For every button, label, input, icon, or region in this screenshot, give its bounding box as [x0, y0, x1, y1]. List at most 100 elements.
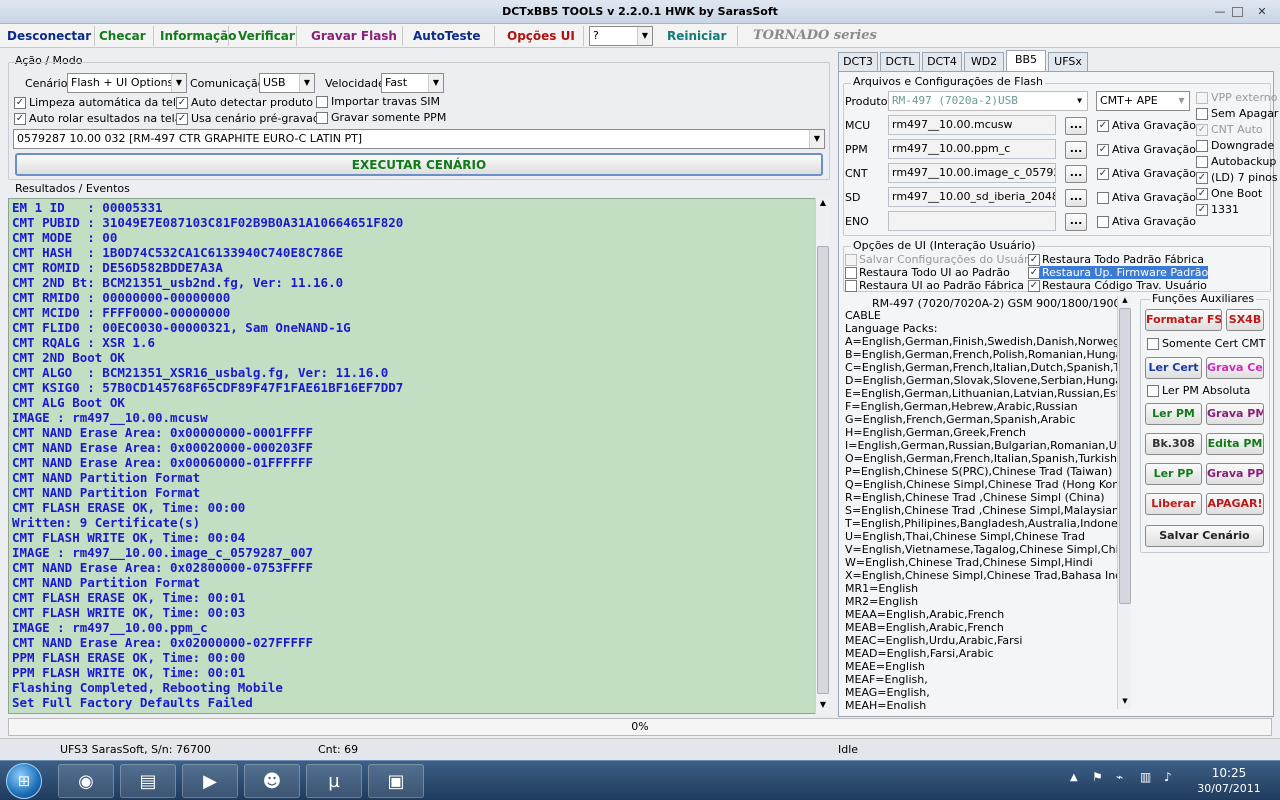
sx4b-button[interactable]: SX4B: [1226, 309, 1264, 331]
tab-dct3[interactable]: DCT3: [838, 52, 878, 72]
dctxbb5-app-icon[interactable]: ▣: [368, 764, 424, 798]
informacao-button[interactable]: Informação: [157, 26, 236, 46]
restaura-todo-ui-checkbox[interactable]: [845, 267, 857, 279]
apagar-button[interactable]: APAGAR!: [1206, 493, 1264, 515]
auto-rolar-checkbox[interactable]: ✓: [14, 113, 26, 125]
limpeza-checkbox[interactable]: ✓: [14, 97, 26, 109]
ppm-browse-button[interactable]: ...: [1065, 141, 1087, 159]
sd-ativa-checkbox[interactable]: [1097, 192, 1109, 204]
eno-browse-button[interactable]: ...: [1065, 213, 1087, 231]
network-users-icon[interactable]: ☻: [244, 764, 300, 798]
sd-browse-button[interactable]: ...: [1065, 189, 1087, 207]
autoteste-button[interactable]: AutoTeste: [410, 26, 495, 46]
one-boot-checkbox[interactable]: ✓: [1196, 188, 1208, 200]
minimize-icon[interactable]: —: [1212, 5, 1228, 19]
ler-pp-button[interactable]: Ler PP: [1145, 463, 1202, 485]
gravar-ppm-checkbox[interactable]: [316, 112, 328, 124]
reiniciar-button[interactable]: Reiniciar: [664, 26, 738, 46]
verificar-button[interactable]: Verificar: [235, 26, 297, 46]
opcoes-ui-button[interactable]: Opções UI: [504, 26, 584, 46]
mcu-file-field[interactable]: rm497__10.00.mcusw: [888, 115, 1056, 135]
folder-icon[interactable]: ▤: [120, 764, 176, 798]
grava-pm-button[interactable]: Grava PM: [1206, 403, 1264, 425]
tab-wd2[interactable]: WD2: [964, 52, 1004, 72]
results-scrollbar[interactable]: ▲ ▼: [815, 198, 829, 714]
ppm-file-field[interactable]: rm497__10.00.ppm_c: [888, 139, 1056, 159]
restaura-todo-fabrica-checkbox[interactable]: ✓: [1028, 254, 1040, 266]
restaura-codigo-trav-checkbox[interactable]: ✓: [1028, 280, 1040, 292]
help-dropdown[interactable]: ? ▼: [589, 26, 653, 46]
ler-cert-button[interactable]: Ler Cert: [1145, 357, 1202, 379]
clock-time[interactable]: 10:25: [1196, 766, 1262, 780]
sem-apagar-checkbox[interactable]: [1196, 108, 1208, 120]
mcu-browse-button[interactable]: ...: [1065, 117, 1087, 135]
vpp-externo-checkbox[interactable]: [1196, 92, 1208, 104]
bk308-button[interactable]: Bk.308: [1145, 433, 1202, 455]
tab-ufsx[interactable]: UFSx: [1048, 52, 1088, 72]
app-window: DCTxBB5 TOOLS v 2.2.0.1 HWK by SarasSoft…: [0, 0, 1280, 760]
firefox-icon[interactable]: ◉: [58, 764, 114, 798]
comunicacao-select[interactable]: USB ▼: [259, 73, 315, 93]
auto-detectar-checkbox[interactable]: ✓: [176, 97, 188, 109]
salvar-config-checkbox[interactable]: [845, 254, 857, 266]
log-line: CMT PUBID : 31049E7E087103C81F02B9B0A31A…: [12, 215, 404, 230]
sd-file-field[interactable]: rm497__10.00_sd_iberia_2048.fps: [888, 187, 1056, 207]
cnt-auto-checkbox[interactable]: ✓: [1196, 124, 1208, 136]
executar-cenario-button[interactable]: EXECUTAR CENÁRIO: [15, 153, 823, 176]
languages-scrollbar[interactable]: ▲ ▼: [1117, 296, 1131, 709]
flag-icon[interactable]: ⚑: [1092, 770, 1103, 784]
eno-file-field[interactable]: [888, 211, 1056, 231]
salvar-cenario-button[interactable]: Salvar Cenário: [1145, 525, 1264, 547]
tab-dct4[interactable]: DCT4: [922, 52, 962, 72]
scroll-up-icon[interactable]: ▲: [817, 198, 829, 212]
usb-device-icon[interactable]: ⌁: [1116, 770, 1123, 784]
ld-7-pinos-checkbox[interactable]: ✓: [1196, 172, 1208, 184]
eno-ativa-checkbox[interactable]: [1097, 216, 1109, 228]
ler-pm-button[interactable]: Ler PM: [1145, 403, 1202, 425]
results-scroll-thumb[interactable]: [817, 246, 829, 694]
media-player-icon[interactable]: ▶: [182, 764, 238, 798]
edita-pm-button[interactable]: Edita PM: [1206, 433, 1264, 455]
restaura-up-firmware-checkbox[interactable]: ✓: [1028, 267, 1040, 279]
log-line: Written: 9 Certificate(s): [12, 515, 201, 530]
autobackup-checkbox[interactable]: [1196, 156, 1208, 168]
ppm-ativa-checkbox[interactable]: ✓: [1097, 144, 1109, 156]
tab-dctl[interactable]: DCTL: [880, 52, 920, 72]
clock-date[interactable]: 30/07/2011: [1196, 782, 1262, 795]
desconectar-button[interactable]: Desconectar: [4, 26, 96, 46]
grava-pp-button[interactable]: Grava PP: [1206, 463, 1264, 485]
liberar-button[interactable]: Liberar: [1145, 493, 1202, 515]
checar-button[interactable]: Checar: [96, 26, 154, 46]
tray-expand-icon[interactable]: ▲: [1070, 772, 1078, 783]
usa-cenario-checkbox[interactable]: ✓: [176, 113, 188, 125]
downgrade-checkbox[interactable]: [1196, 140, 1208, 152]
restaura-ui-fabrica-checkbox[interactable]: [845, 280, 857, 292]
start-button[interactable]: ⊞: [6, 763, 42, 799]
tab-bb5[interactable]: BB5: [1006, 50, 1046, 72]
close-icon[interactable]: ✕: [1254, 5, 1270, 19]
scroll-up-icon[interactable]: ▲: [1119, 296, 1131, 308]
cenario-select[interactable]: Flash + UI Options ▼: [67, 73, 187, 93]
cnt-ativa-checkbox[interactable]: ✓: [1097, 168, 1109, 180]
grava-cert-button[interactable]: Grava Cert: [1206, 357, 1264, 379]
volume-icon[interactable]: ♪: [1164, 770, 1172, 784]
1331-checkbox[interactable]: ✓: [1196, 204, 1208, 216]
scroll-down-icon[interactable]: ▼: [1119, 697, 1131, 709]
importar-travas-checkbox[interactable]: [316, 96, 328, 108]
produto-select[interactable]: RM-497 (7020a-2)USB ▼: [888, 91, 1088, 111]
scroll-down-icon[interactable]: ▼: [817, 700, 829, 714]
cnt-browse-button[interactable]: ...: [1065, 165, 1087, 183]
firmware-select[interactable]: 0579287 10.00 032 [RM-497 CTR GRAPHITE E…: [13, 129, 825, 149]
formatar-fs-button[interactable]: Formatar FS: [1145, 309, 1222, 331]
velocidade-select[interactable]: Fast ▼: [381, 73, 444, 93]
gravar-flash-button[interactable]: Gravar Flash: [308, 26, 403, 46]
somente-cert-checkbox[interactable]: [1147, 338, 1159, 350]
mode-select[interactable]: CMT+ APE ▼: [1096, 91, 1190, 111]
cnt-file-field[interactable]: rm497__10.00.image_c_0579287_: [888, 163, 1056, 183]
ler-pm-absoluta-checkbox[interactable]: [1147, 385, 1159, 397]
languages-scroll-thumb[interactable]: [1119, 308, 1131, 604]
network-icon[interactable]: ▥: [1140, 770, 1151, 784]
mcu-ativa-checkbox[interactable]: ✓: [1097, 120, 1109, 132]
utorrent-icon[interactable]: µ: [306, 764, 362, 798]
restore-icon[interactable]: [1232, 7, 1243, 17]
